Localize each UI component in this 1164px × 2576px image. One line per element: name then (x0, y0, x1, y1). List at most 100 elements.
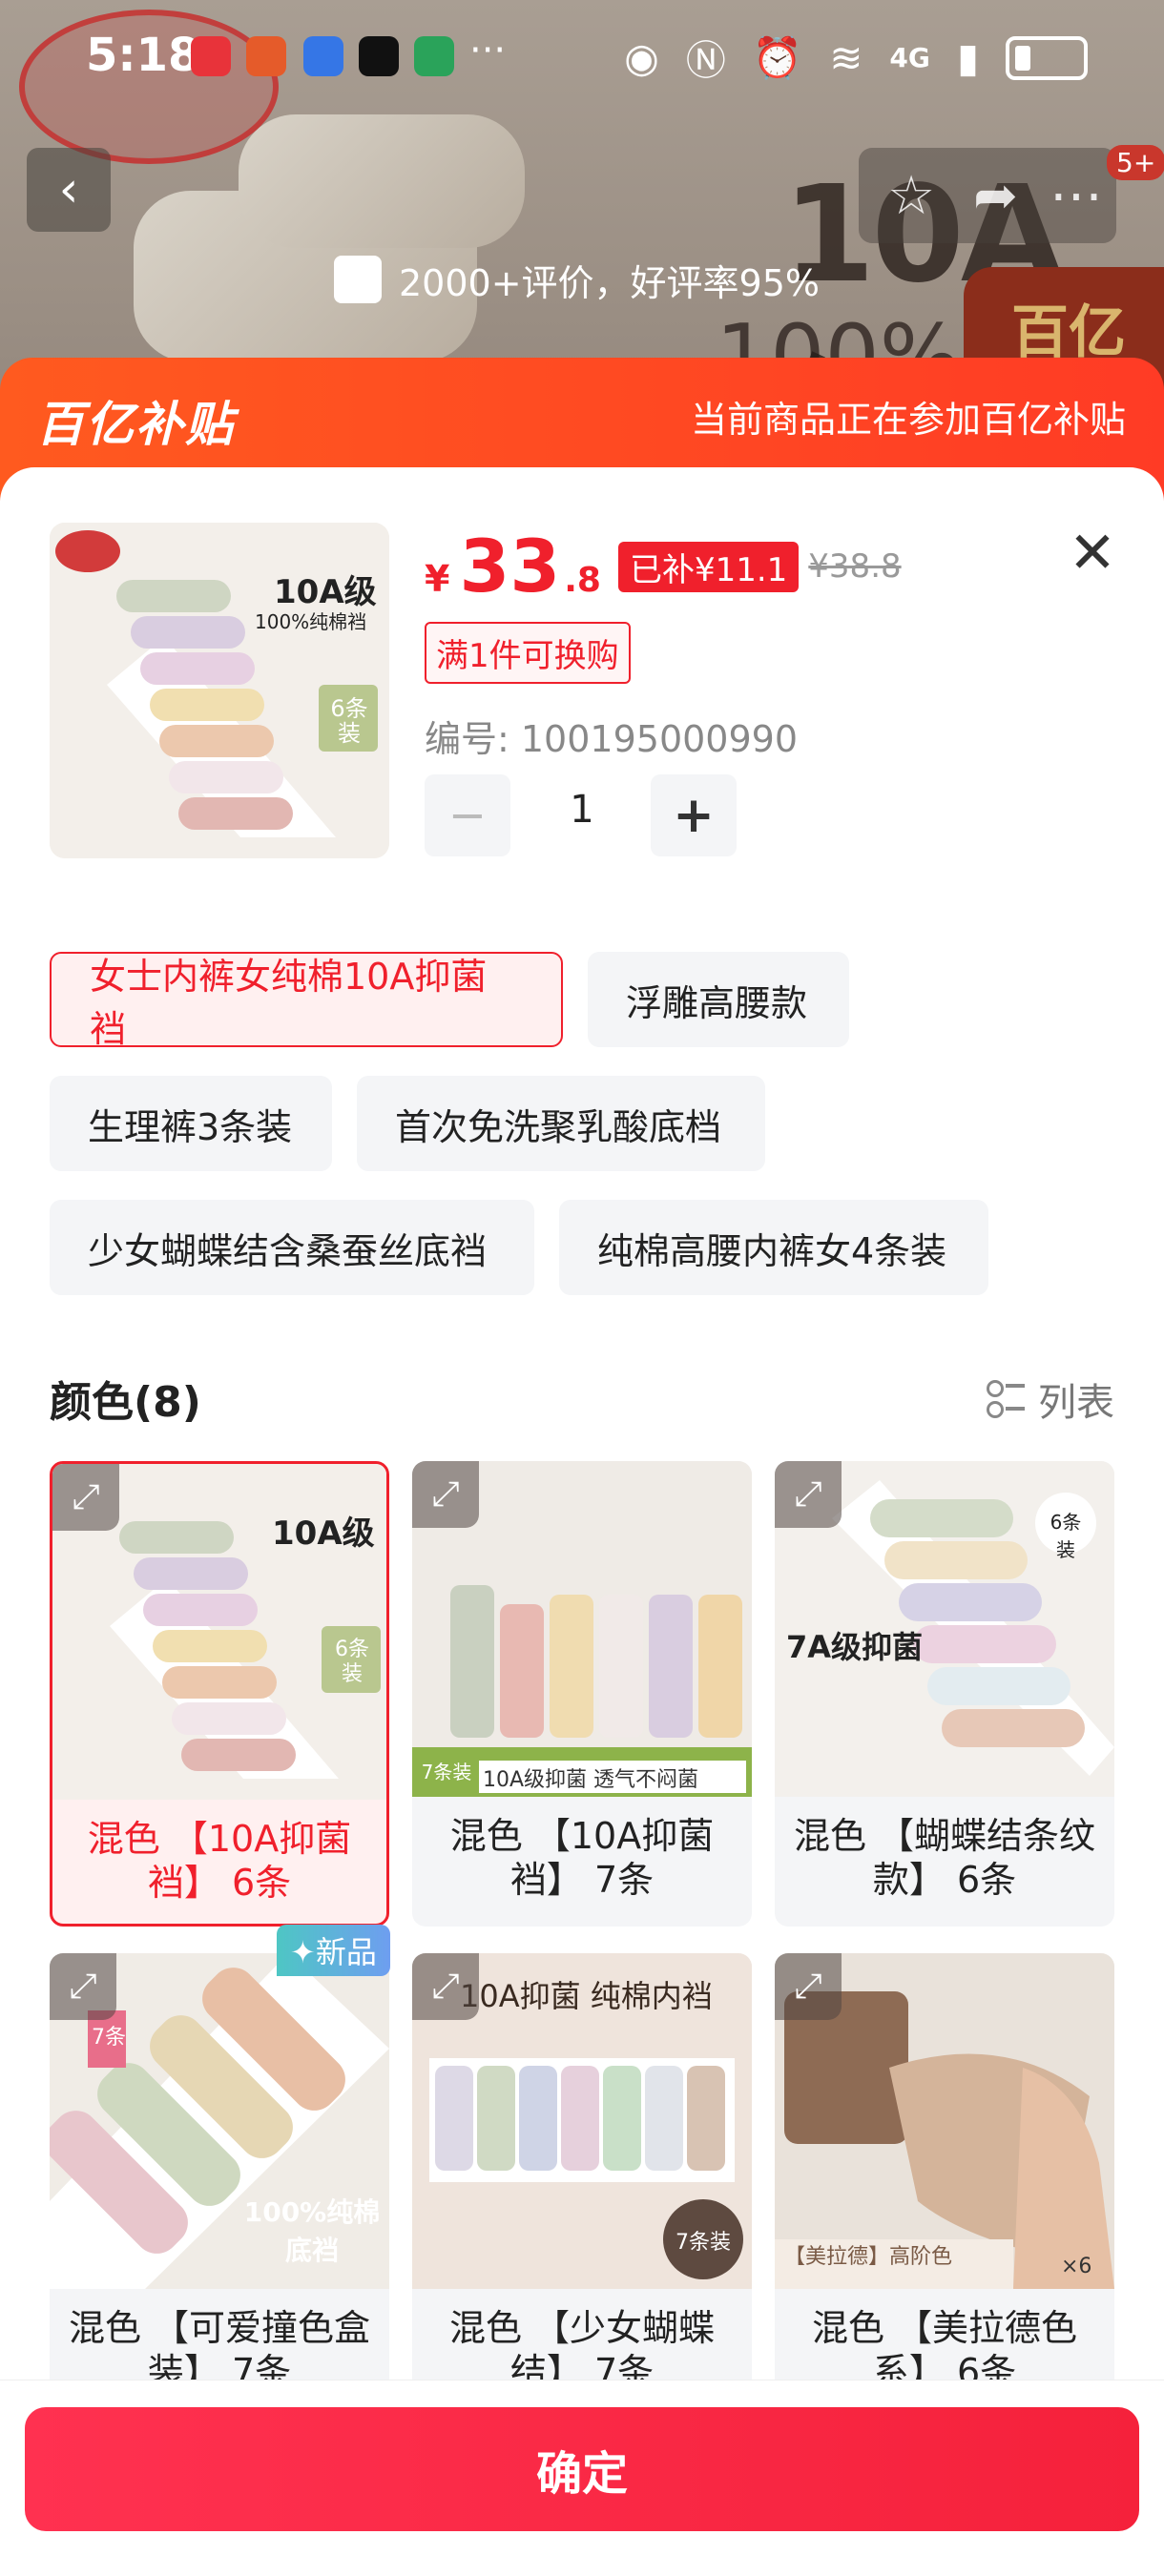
network-label: 4G (889, 42, 930, 73)
battery-icon (1006, 35, 1088, 80)
thumbnail-subtitle: 100%纯棉裆 (255, 610, 367, 633)
color-option-card[interactable]: 10A级 6条装 ⤢ 混色 【10A抑菌裆】 6条 (50, 1461, 389, 1927)
card-image-text: 10A级 (272, 1515, 375, 1553)
tiktok-icon (359, 36, 399, 76)
thumbs-up-icon (334, 256, 382, 303)
eye-icon: ◉ (624, 34, 659, 81)
mobile-app-icon (414, 36, 454, 76)
quantity-increase-button[interactable]: + (651, 774, 737, 856)
card-image-text: 【美拉德】高阶色 (784, 2245, 953, 2269)
plus-icon: + (673, 787, 715, 844)
wifi-icon: ≋ (829, 34, 863, 81)
review-summary: 2000+评价，好评率95% (334, 246, 820, 313)
list-icon (987, 1380, 1025, 1418)
product-thumbnail[interactable]: 10A级 100%纯棉裆 6条装 (50, 523, 389, 858)
price-row: ¥ 33 .8 已补¥11.1 ¥38.8 (425, 530, 902, 603)
color-option-label: 混色 【10A抑菌裆】 7条 (449, 1815, 715, 1901)
expand-icon[interactable]: ⤢ (412, 1953, 479, 2020)
color-option-card[interactable]: 10A级抑菌 透气不闷菌 7条装 ⤢ 混色 【10A抑菌裆】 7条 (412, 1461, 752, 1927)
color-option-image: 7A级抑菌 6条装 ⤢ (775, 1461, 1114, 1797)
color-option-image: 10A级抑菌 透气不闷菌 7条装 ⤢ (412, 1461, 752, 1797)
original-price: ¥38.8 (808, 547, 902, 586)
new-badge: ✦新品 (277, 1925, 390, 1976)
expand-icon[interactable]: ⤢ (50, 1953, 116, 2020)
style-option[interactable]: 少女蝴蝶结含桑蚕丝底裆 (50, 1200, 534, 1295)
color-option-label: 混色 【蝴蝶结条纹款】 6条 (793, 1815, 1096, 1901)
style-option-label: 女士内裤女纯棉10A抑菌裆 (90, 956, 488, 1050)
style-option[interactable]: 首次免洗聚乳酸底档 (357, 1076, 765, 1171)
card-image-badge: 7条 (92, 2026, 126, 2050)
color-option-image: 100%纯棉底裆 7条 ⤢ (50, 1953, 389, 2289)
bg-badge-logo: 百亿 (1011, 299, 1126, 366)
style-option-label: 少女蝴蝶结含桑蚕丝底裆 (88, 1229, 488, 1272)
expand-icon[interactable]: ⤢ (775, 1953, 842, 2020)
review-text: 2000+评价，好评率95% (399, 261, 821, 304)
signal-icon: ▮ (956, 34, 979, 81)
more-icon: ··· (469, 29, 507, 72)
card-image-badge: 7条装 (676, 2231, 731, 2255)
style-option-label: 生理裤3条装 (88, 1105, 293, 1148)
color-option-image: 10A抑菌 纯棉内裆 7条装 ⤢ (412, 1953, 752, 2289)
style-option[interactable]: 女士内裤女纯棉10A抑菌裆 (50, 952, 563, 1050)
color-option-card[interactable]: 【美拉德】高阶色 ×6 ⤢ 混色 【美拉德色系】 6条 (775, 1953, 1114, 2392)
chevron-left-icon: ‹ (58, 161, 79, 218)
style-option[interactable]: 纯棉高腰内裤女4条装 (559, 1200, 988, 1295)
baidu-icon (303, 36, 343, 76)
color-option-label: 混色 【少女蝴蝶结】 7条 (448, 2307, 716, 2392)
color-option-card[interactable]: 7A级抑菌 6条装 ⤢ 混色 【蝴蝶结条纹款】 6条 (775, 1461, 1114, 1927)
style-option[interactable]: 生理裤3条装 (50, 1076, 332, 1171)
card-image-text: 100%纯棉底裆 (243, 2196, 381, 2266)
app-icon (246, 36, 286, 76)
huawei-app-icon (191, 36, 231, 76)
card-image-text: 7A级抑菌 (786, 1629, 924, 1665)
card-image-badge: 6条装 (1050, 1511, 1082, 1561)
close-icon[interactable]: ✕ (1059, 520, 1126, 587)
expand-icon[interactable]: ⤢ (412, 1461, 479, 1528)
status-bar: 5:18 ··· ◉ Ⓝ ⏰ ≋ 4G ▮ (0, 0, 1164, 114)
quantity-value[interactable]: 1 (563, 788, 601, 832)
thumbnail-count: 6条装 (330, 695, 368, 747)
style-option-label: 浮雕高腰款 (626, 981, 808, 1024)
style-option[interactable]: 浮雕高腰款 (588, 952, 849, 1047)
color-option-image: 【美拉德】高阶色 ×6 ⤢ (775, 1953, 1114, 2289)
swap-promo-tag: 满1件可换购 (425, 622, 631, 684)
top-actions: ☆ ➦ ⋯ (859, 148, 1116, 243)
notification-badge: 5+ (1107, 145, 1164, 180)
sku-number: 编号: 100195000990 (425, 718, 799, 760)
status-right: ◉ Ⓝ ⏰ ≋ 4G ▮ (624, 29, 1088, 87)
price-decimal: .8 (564, 561, 601, 600)
style-option-label: 纯棉高腰内裤女4条装 (597, 1229, 947, 1272)
status-time: 5:18 (86, 29, 200, 82)
color-option-label: 混色 【可爱撞色盒装】 7条 (68, 2307, 371, 2392)
card-image-text: 10A级抑菌 透气不闷菌 (483, 1768, 699, 1792)
nfc-icon: Ⓝ (685, 37, 726, 84)
more-menu-icon[interactable]: ⋯ (1050, 165, 1103, 227)
color-option-card[interactable]: 10A抑菌 纯棉内裆 7条装 ⤢ 混色 【少女蝴蝶结】 7条 (412, 1953, 752, 2392)
minus-icon: − (447, 789, 488, 842)
bg-product-roll (239, 114, 525, 248)
color-section-title: 颜色(8) (50, 1378, 201, 1427)
style-option-label: 首次免洗聚乳酸底档 (395, 1105, 722, 1148)
color-option-label: 混色 【美拉德色系】 6条 (811, 2307, 1078, 2392)
alarm-icon: ⏰ (752, 33, 803, 81)
color-option-image: 10A级 6条装 ⤢ (52, 1464, 386, 1800)
color-option-card[interactable]: 100%纯棉底裆 7条 ⤢ 混色 【可爱撞色盒装】 7条 (50, 1953, 389, 2392)
share-icon[interactable]: ➦ (973, 165, 1018, 227)
color-option-label: 混色 【10A抑菌裆】 6条 (87, 1818, 352, 1904)
star-icon[interactable]: ☆ (887, 165, 935, 227)
price-integer: 33 (459, 524, 561, 608)
card-image-text: 10A抑菌 纯棉内裆 (460, 1978, 713, 2014)
list-view-toggle[interactable]: 列表 (987, 1371, 1114, 1427)
back-button[interactable]: ‹ (27, 148, 111, 232)
list-toggle-label: 列表 (1038, 1381, 1114, 1425)
quantity-decrease-button[interactable]: − (425, 774, 510, 856)
card-image-badge: 6条装 (335, 1638, 369, 1686)
subsidy-logo: 百亿补贴 (36, 397, 235, 452)
confirm-button[interactable]: 确定 (25, 2407, 1139, 2531)
expand-icon[interactable]: ⤢ (775, 1461, 842, 1528)
currency-symbol: ¥ (425, 558, 450, 600)
expand-icon[interactable]: ⤢ (52, 1464, 119, 1531)
subsidy-message: 当前商品正在参加百亿补贴 (690, 399, 1126, 441)
subsidy-amount-badge: 已补¥11.1 (617, 541, 800, 592)
card-image-badge: ×6 (1061, 2255, 1092, 2278)
